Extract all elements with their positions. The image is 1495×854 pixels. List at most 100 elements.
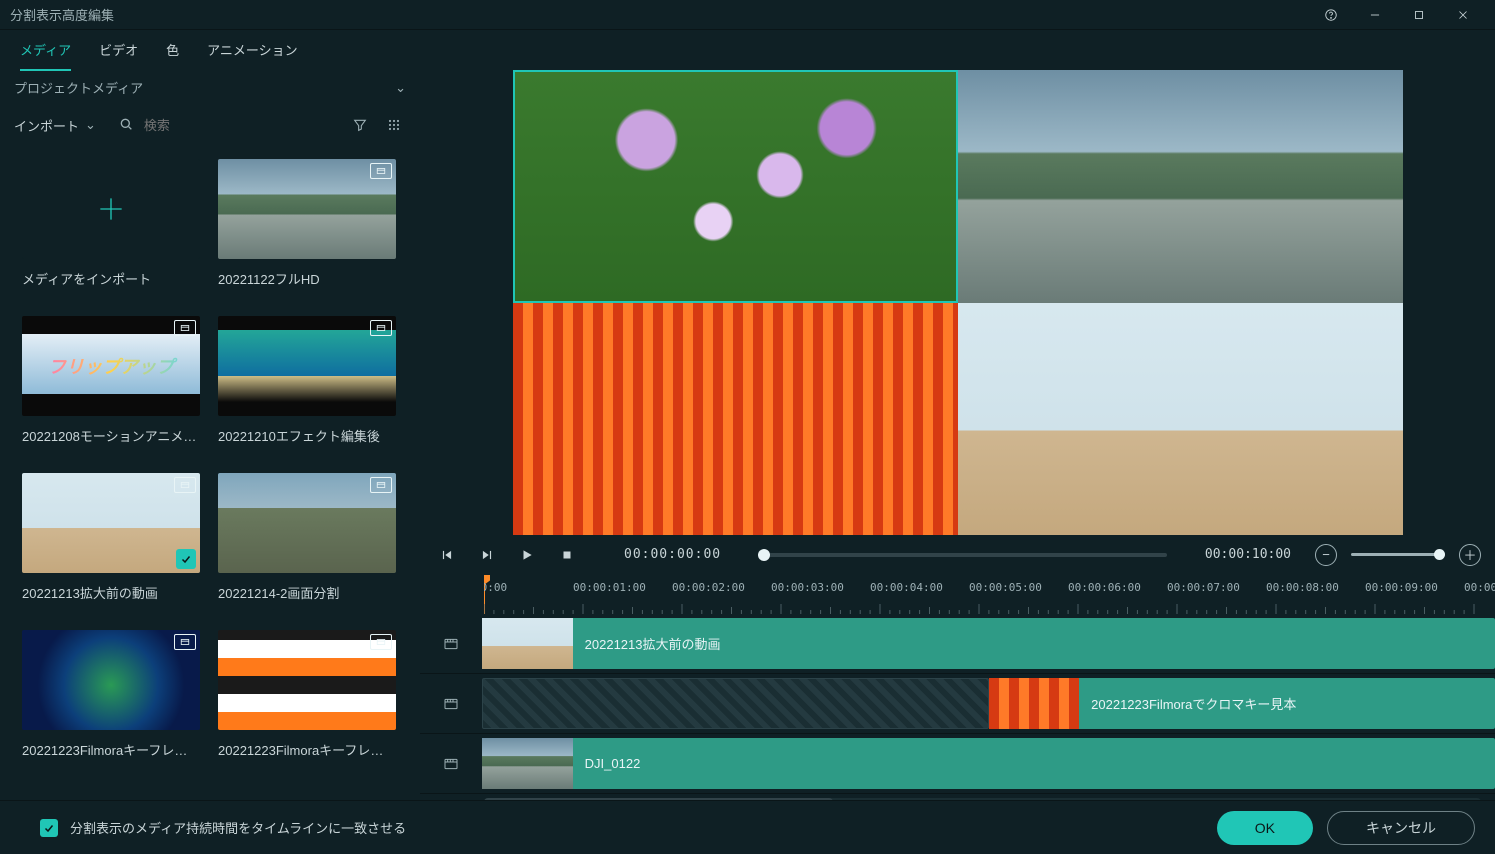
preview-split-grid[interactable] — [513, 70, 1403, 535]
track-header[interactable] — [420, 734, 482, 793]
duration-timecode: 00:00:10:00 — [1181, 547, 1291, 562]
track-row: 20221213拡大前の動画 — [420, 614, 1495, 674]
ruler-tick: 00:00:02:00 — [672, 581, 745, 594]
grid-view-button[interactable] — [382, 113, 406, 137]
media-item[interactable]: 20221122フルHD — [218, 159, 396, 288]
media-label: 20221214-2画面分割 — [218, 583, 396, 602]
tab-video[interactable]: ビデオ — [99, 30, 138, 71]
scrub-slider[interactable] — [758, 553, 1167, 557]
media-label: 20221223Filmoraキーフレー… — [22, 740, 200, 759]
ruler-tick: 00:00:08:00 — [1266, 581, 1339, 594]
clip-label: 20221213拡大前の動画 — [585, 634, 721, 653]
media-thumb[interactable] — [218, 630, 396, 730]
ok-button[interactable]: OK — [1217, 811, 1313, 845]
track-row: 20221223Filmoraでクロマキー見本 — [420, 674, 1495, 734]
media-thumb[interactable]: フリップアップ — [22, 316, 200, 416]
clip-label: 20221223Filmoraでクロマキー見本 — [1091, 694, 1296, 713]
title-bar: 分割表示高度編集 — [0, 0, 1495, 30]
track-header[interactable] — [420, 674, 482, 733]
media-thumb[interactable] — [22, 473, 200, 573]
zoom-out-button[interactable]: − — [1315, 544, 1337, 566]
media-label: メディアをインポート — [22, 269, 200, 288]
media-sidebar: プロジェクトメディア ⌄ インポート ⌄ メディアをインポート 20221122フ… — [0, 70, 420, 810]
prev-frame-button[interactable] — [434, 542, 460, 568]
ruler-tick: 00:00:04:00 — [870, 581, 943, 594]
video-badge-icon — [174, 634, 196, 650]
media-item[interactable]: 20221223Filmoraキーフレー… — [22, 630, 200, 759]
video-track-icon — [441, 636, 461, 652]
match-duration-checkbox[interactable] — [40, 819, 58, 837]
media-grid: メディアをインポート 20221122フルHDフリップアップ 20221208モーシ… — [0, 145, 420, 765]
media-thumb[interactable] — [22, 630, 200, 730]
media-thumb[interactable] — [22, 159, 200, 259]
zoom-slider[interactable] — [1351, 553, 1445, 556]
play-button[interactable] — [514, 542, 540, 568]
minimize-button[interactable] — [1353, 0, 1397, 30]
ruler-tick: 00:00:07:00 — [1167, 581, 1240, 594]
media-item[interactable]: フリップアップ 20221208モーションアニメー… — [22, 316, 200, 445]
media-item[interactable]: 20221213拡大前の動画 — [22, 473, 200, 602]
tab-media[interactable]: メディア — [20, 30, 71, 71]
media-thumb[interactable] — [218, 473, 396, 573]
media-label: 20221223Filmoraキーフレー… — [218, 740, 396, 759]
ruler-tick: 00:00:09:00 — [1365, 581, 1438, 594]
chevron-down-icon: ⌄ — [395, 80, 406, 96]
timeline-clip[interactable]: DJI_0122 — [482, 738, 1495, 789]
preview-cell-3[interactable] — [513, 303, 958, 536]
preview-cell-2[interactable] — [958, 70, 1403, 303]
timeline-clip[interactable]: 20221213拡大前の動画 — [482, 618, 1495, 669]
next-frame-button[interactable] — [474, 542, 500, 568]
video-badge-icon — [370, 634, 392, 650]
track-body[interactable]: 20221223Filmoraでクロマキー見本 — [482, 674, 1495, 733]
search-icon[interactable] — [118, 116, 134, 135]
project-media-label: プロジェクトメディア — [14, 78, 395, 97]
close-button[interactable] — [1441, 0, 1485, 30]
media-thumb[interactable] — [218, 159, 396, 259]
project-media-dropdown[interactable]: プロジェクトメディア ⌄ — [0, 70, 420, 105]
window-title: 分割表示高度編集 — [10, 5, 114, 24]
ruler-tick: 00:00 — [1464, 581, 1495, 594]
media-label: 20221213拡大前の動画 — [22, 583, 200, 602]
preview-cell-1[interactable] — [513, 70, 958, 303]
media-item[interactable]: メディアをインポート — [22, 159, 200, 288]
help-button[interactable] — [1309, 0, 1353, 30]
zoom-in-button[interactable]: ＋ — [1459, 544, 1481, 566]
video-badge-icon — [370, 163, 392, 179]
clip-thumb — [482, 738, 573, 789]
search-input[interactable] — [144, 118, 284, 133]
track-body[interactable]: DJI_0122 — [482, 734, 1495, 793]
tab-color[interactable]: 色 — [166, 30, 179, 71]
video-badge-icon — [370, 320, 392, 336]
import-button[interactable]: インポート ⌄ — [14, 116, 96, 135]
clip-thumb — [989, 678, 1080, 729]
empty-clip-slot[interactable] — [482, 678, 989, 729]
maximize-button[interactable] — [1397, 0, 1441, 30]
media-item[interactable]: 20221214-2画面分割 — [218, 473, 396, 602]
ruler-tick: 00:00:01:00 — [573, 581, 646, 594]
timeline-tracks: 20221213拡大前の動画 20221223Filmoraでクロマキー見本 DJI… — [420, 614, 1495, 794]
plus-icon — [95, 193, 127, 225]
track-header[interactable] — [420, 614, 482, 673]
filter-button[interactable] — [348, 113, 372, 137]
ruler-tick: 00:00:06:00 — [1068, 581, 1141, 594]
ruler-tick: 00:00 — [484, 581, 507, 594]
preview-cell-4[interactable] — [958, 303, 1403, 536]
cancel-button[interactable]: キャンセル — [1327, 811, 1475, 845]
import-search-bar: インポート ⌄ — [0, 105, 420, 145]
stop-button[interactable] — [554, 542, 580, 568]
video-track-icon — [441, 696, 461, 712]
media-label: 20221208モーションアニメー… — [22, 426, 200, 445]
current-timecode: 00:00:00:00 — [624, 547, 744, 562]
media-label: 20221210エフェクト編集後 — [218, 426, 396, 445]
media-item[interactable]: 20221210エフェクト編集後 — [218, 316, 396, 445]
footer-bar: 分割表示のメディア持続時間をタイムラインに一致させる OK キャンセル — [0, 800, 1495, 854]
tab-animation[interactable]: アニメーション — [207, 30, 297, 71]
ruler-tick: 00:00:03:00 — [771, 581, 844, 594]
timeline-ruler[interactable]: 00:00 00:00:01:00 00:00:02:00 00:00:03:00 00… — [420, 575, 1495, 615]
track-body[interactable]: 20221213拡大前の動画 — [482, 614, 1495, 673]
media-item[interactable]: 20221223Filmoraキーフレー… — [218, 630, 396, 759]
ruler-tick: 00:00:05:00 — [969, 581, 1042, 594]
timeline-clip[interactable]: 20221223Filmoraでクロマキー見本 — [989, 678, 1495, 729]
track-row: DJI_0122 — [420, 734, 1495, 794]
media-thumb[interactable] — [218, 316, 396, 416]
